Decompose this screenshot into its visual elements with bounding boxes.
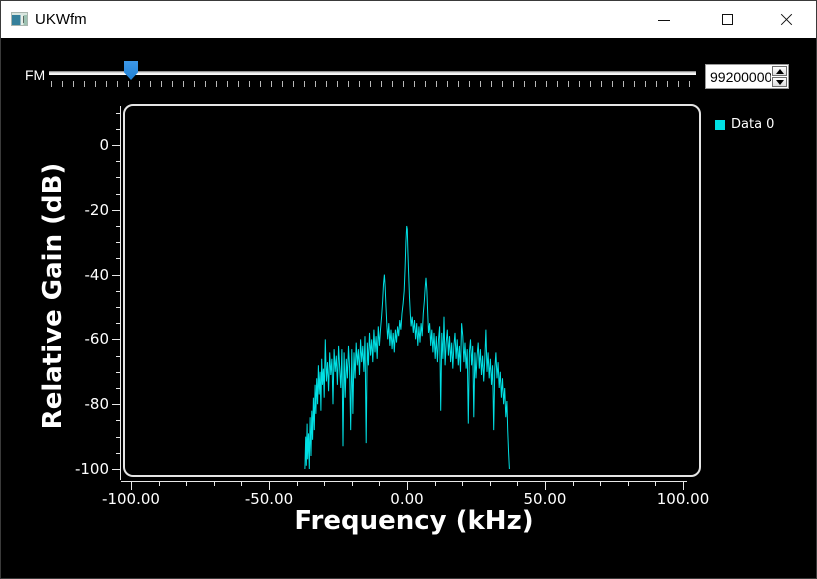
x-minor-tick	[241, 482, 242, 486]
fm-slider-label: FM	[25, 67, 45, 83]
x-major-tick	[545, 482, 546, 490]
legend-label: Data 0	[731, 117, 774, 132]
close-button[interactable]	[763, 1, 809, 38]
fm-slider-track[interactable]	[49, 71, 696, 75]
x-minor-tick	[462, 482, 463, 486]
spin-down-button[interactable]	[772, 77, 787, 87]
y-minor-tick	[116, 258, 120, 259]
x-axis-backbone	[121, 481, 687, 482]
app-window: UKWfm FM 0-20-40-60-80-100-100.00-50.000…	[0, 0, 817, 579]
y-tick-label: -100	[43, 460, 109, 478]
spectrum-svg	[125, 106, 699, 475]
y-minor-tick	[116, 113, 120, 114]
y-major-tick	[112, 210, 120, 211]
y-minor-tick	[116, 177, 120, 178]
x-minor-tick	[655, 482, 656, 486]
x-minor-tick	[490, 482, 491, 486]
y-minor-tick	[116, 129, 120, 130]
x-minor-tick	[324, 482, 325, 486]
y-minor-tick	[116, 242, 120, 243]
y-minor-tick	[116, 323, 120, 324]
x-axis-title: Frequency (kHz)	[125, 506, 703, 536]
legend-item-data0[interactable]: Data 0	[715, 117, 774, 132]
y-minor-tick	[116, 161, 120, 162]
x-minor-tick	[628, 482, 629, 486]
maximize-icon	[722, 14, 733, 25]
app-icon	[11, 12, 28, 26]
y-minor-tick	[116, 388, 120, 389]
x-major-tick	[407, 482, 408, 490]
x-minor-tick	[435, 482, 436, 486]
x-major-tick	[269, 482, 270, 490]
titlebar: UKWfm	[1, 1, 816, 38]
x-minor-tick	[517, 482, 518, 486]
x-minor-tick	[352, 482, 353, 486]
triangle-down-icon	[776, 80, 784, 85]
y-tick-label: 0	[43, 136, 109, 154]
y-minor-tick	[116, 437, 120, 438]
x-minor-tick	[186, 482, 187, 486]
y-minor-tick	[116, 356, 120, 357]
frequency-spinbox	[705, 64, 789, 89]
y-minor-tick	[116, 307, 120, 308]
spin-up-button[interactable]	[772, 66, 787, 76]
spectrum-plot-canvas[interactable]	[123, 104, 701, 477]
x-minor-tick	[573, 482, 574, 486]
y-minor-tick	[116, 372, 120, 373]
y-major-tick	[112, 339, 120, 340]
x-minor-tick	[214, 482, 215, 486]
y-axis-backbone	[120, 106, 121, 480]
fm-slider-tickmarks	[51, 81, 697, 87]
y-axis-title: Relative Gain (dB)	[38, 163, 68, 430]
spin-buttons	[771, 65, 788, 88]
triangle-up-icon	[776, 69, 784, 74]
y-minor-tick	[116, 420, 120, 421]
y-minor-tick	[116, 291, 120, 292]
fm-slider-handle[interactable]	[124, 61, 138, 80]
window-title: UKWfm	[35, 11, 87, 28]
y-major-tick	[112, 404, 120, 405]
x-major-tick	[683, 482, 684, 490]
y-major-tick	[112, 145, 120, 146]
y-major-tick	[112, 469, 120, 470]
y-minor-tick	[116, 453, 120, 454]
frequency-input[interactable]	[706, 65, 771, 88]
legend-swatch-icon	[715, 120, 725, 130]
spectrum-trace	[305, 226, 510, 469]
y-major-tick	[112, 275, 120, 276]
x-minor-tick	[379, 482, 380, 486]
app-icon-detail	[23, 16, 24, 23]
x-minor-tick	[159, 482, 160, 486]
y-minor-tick	[116, 226, 120, 227]
minimize-icon	[658, 20, 670, 21]
x-minor-tick	[297, 482, 298, 486]
minimize-button[interactable]	[641, 1, 687, 38]
x-major-tick	[131, 482, 132, 490]
maximize-button[interactable]	[705, 1, 751, 38]
y-minor-tick	[116, 194, 120, 195]
x-minor-tick	[600, 482, 601, 486]
